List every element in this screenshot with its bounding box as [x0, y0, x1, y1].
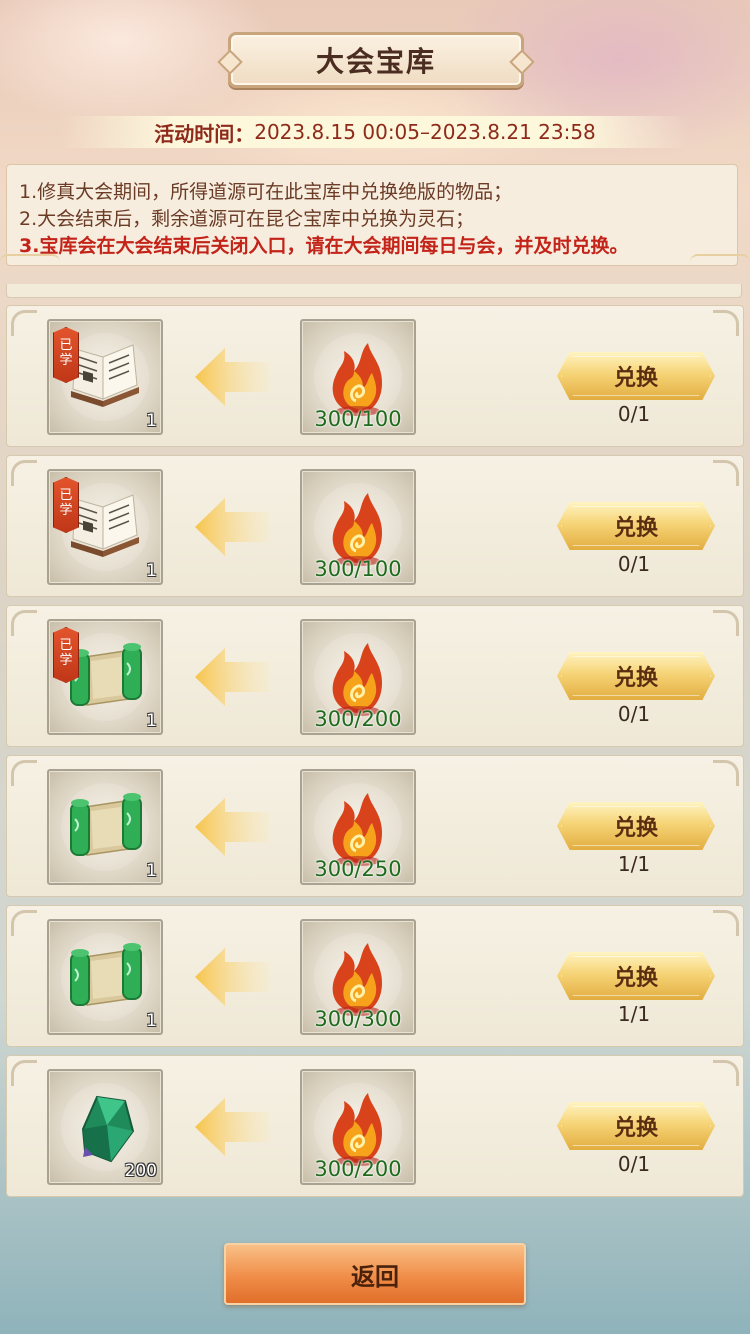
corner-ornament: [713, 760, 739, 786]
exchange-button[interactable]: 兑换: [557, 952, 715, 1000]
arrow-left-icon: [195, 648, 269, 706]
cost-amount: 300/200: [314, 707, 402, 731]
exchange-button[interactable]: 兑换: [557, 502, 715, 550]
cloud-ornament-right: [690, 254, 750, 270]
arrow-left-icon: [195, 498, 269, 556]
corner-ornament: [11, 910, 37, 936]
exchange-limit: 0/1: [617, 1152, 651, 1176]
corner-ornament: [11, 1060, 37, 1086]
exchange-row: 已学 1 300/100 兑换 0/1: [6, 305, 744, 447]
learned-badge: 已学: [53, 477, 79, 533]
reward-count: 1: [146, 711, 157, 731]
exchange-button[interactable]: 兑换: [557, 802, 715, 850]
notice-line-3-warning: 3.宝库会在大会结束后关闭入口，请在大会期间每日与会，并及时兑换。: [19, 235, 629, 257]
exchange-button[interactable]: 兑换: [557, 1102, 715, 1150]
exchange-row: 200 300/200 兑换 0/1: [6, 1055, 744, 1197]
back-button[interactable]: 返回: [224, 1243, 526, 1305]
reward-count: 1: [146, 561, 157, 581]
corner-ornament: [713, 910, 739, 936]
arrow-left-icon: [195, 948, 269, 1006]
jade-scroll-icon: [63, 785, 147, 869]
jade-scroll-icon: [63, 935, 147, 1019]
reward-count: 200: [124, 1161, 157, 1181]
exchange-limit: 0/1: [617, 402, 651, 426]
reward-item-slot[interactable]: 已学 1: [47, 319, 163, 435]
exchange-limit: 0/1: [617, 552, 651, 576]
corner-ornament: [713, 310, 739, 336]
cost-amount: 300/100: [314, 557, 402, 581]
green-spirit-stone-icon: [63, 1085, 147, 1169]
event-time-label: 活动时间：: [154, 121, 255, 146]
reward-item-slot[interactable]: 1: [47, 919, 163, 1035]
list-scroll-edge: [6, 284, 742, 298]
event-time-range: 2023.8.15 00:05–2023.8.21 23:58: [254, 120, 596, 144]
reward-item-slot[interactable]: 200: [47, 1069, 163, 1185]
exchange-row: 已学 1 300/200 兑换 0/1: [6, 605, 744, 747]
cost-item-slot[interactable]: 300/200: [300, 1069, 416, 1185]
exchange-row: 已学 1 300/100 兑换 0/1: [6, 455, 744, 597]
cost-amount: 300/200: [314, 1157, 402, 1181]
arrow-left-icon: [195, 798, 269, 856]
learned-badge: 已学: [53, 627, 79, 683]
reward-item-slot[interactable]: 1: [47, 769, 163, 885]
cost-amount: 300/250: [314, 857, 402, 881]
cost-amount: 300/100: [314, 407, 402, 431]
corner-ornament: [713, 1060, 739, 1086]
exchange-limit: 1/1: [617, 1002, 651, 1026]
reward-count: 1: [146, 1011, 157, 1031]
notice-line-1: 1.修真大会期间，所得道源可在此宝库中兑换绝版的物品；: [19, 181, 513, 203]
cost-amount: 300/300: [314, 1007, 402, 1031]
exchange-limit: 1/1: [617, 852, 651, 876]
arrow-left-icon: [195, 348, 269, 406]
reward-item-slot[interactable]: 已学 1: [47, 619, 163, 735]
learned-badge: 已学: [53, 327, 79, 383]
corner-ornament: [713, 460, 739, 486]
cloud-ornament-left: [0, 254, 60, 270]
rules-notice: 1.修真大会期间，所得道源可在此宝库中兑换绝版的物品； 2.大会结束后，剩余道源…: [6, 164, 738, 266]
exchange-limit: 0/1: [617, 702, 651, 726]
cost-item-slot[interactable]: 300/100: [300, 469, 416, 585]
title-plaque: 大会宝库: [228, 32, 524, 88]
page-title: 大会宝库: [315, 45, 436, 78]
exchange-row: 1 300/250 兑换 1/1: [6, 755, 744, 897]
exchange-row: 1 300/300 兑换 1/1: [6, 905, 744, 1047]
corner-ornament: [11, 610, 37, 636]
cost-item-slot[interactable]: 300/100: [300, 319, 416, 435]
corner-ornament: [11, 760, 37, 786]
exchange-button[interactable]: 兑换: [557, 352, 715, 400]
cost-item-slot[interactable]: 300/250: [300, 769, 416, 885]
arrow-left-icon: [195, 1098, 269, 1156]
reward-item-slot[interactable]: 已学 1: [47, 469, 163, 585]
exchange-list[interactable]: 已学 1 300/100 兑换 0/1 已学 1 300/100 兑换 0/1 已学 1 300/200…: [6, 305, 744, 1205]
corner-ornament: [11, 460, 37, 486]
event-time-banner: 活动时间： 2023.8.15 00:05–2023.8.21 23:58: [60, 116, 690, 148]
notice-line-2: 2.大会结束后，剩余道源可在昆仑宝库中兑换为灵石；: [19, 208, 475, 230]
corner-ornament: [11, 310, 37, 336]
exchange-button[interactable]: 兑换: [557, 652, 715, 700]
cost-item-slot[interactable]: 300/200: [300, 619, 416, 735]
corner-ornament: [713, 610, 739, 636]
reward-count: 1: [146, 411, 157, 431]
cost-item-slot[interactable]: 300/300: [300, 919, 416, 1035]
reward-count: 1: [146, 861, 157, 881]
